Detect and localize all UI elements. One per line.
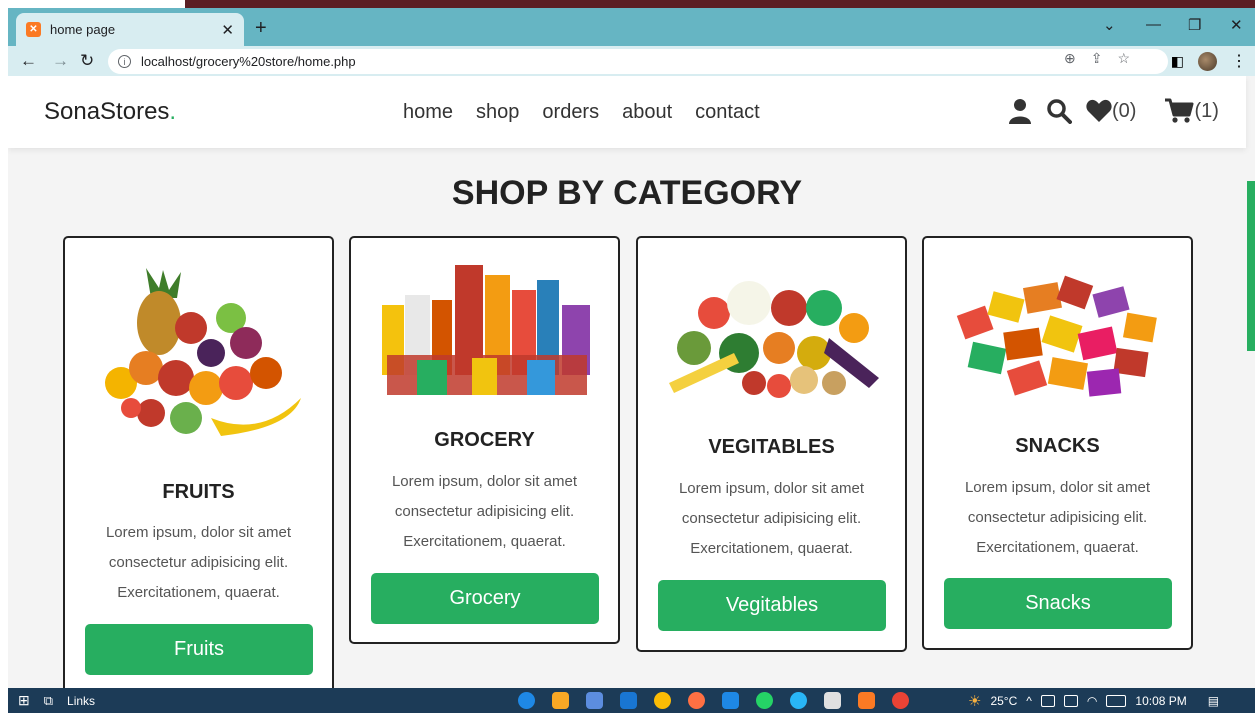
info-icon[interactable]: i bbox=[118, 55, 131, 68]
taskbar-apps bbox=[518, 692, 909, 709]
taskbar-left: ⊞ ⧉ Links bbox=[18, 692, 95, 709]
restore-icon[interactable]: ❐ bbox=[1188, 16, 1201, 34]
nav-orders[interactable]: orders bbox=[542, 101, 599, 124]
notification-icon[interactable]: ▤ bbox=[1208, 694, 1219, 708]
tab-close-icon[interactable]: ✕ bbox=[221, 21, 234, 39]
task-view-icon[interactable]: ⧉ bbox=[44, 693, 53, 709]
site-logo[interactable]: SonaStores. bbox=[44, 98, 176, 126]
heart-icon bbox=[1086, 99, 1112, 122]
category-card-grocery: GROCERY Lorem ipsum, dolor sit amet cons… bbox=[349, 236, 620, 644]
new-tab-button[interactable]: + bbox=[255, 17, 267, 40]
nav-about[interactable]: about bbox=[622, 101, 672, 124]
extension-icons: ◧ ⋮ bbox=[1171, 51, 1247, 71]
wishlist-button[interactable]: (0) bbox=[1086, 99, 1136, 123]
snacks-button[interactable]: Snacks bbox=[944, 578, 1172, 629]
wifi-icon[interactable]: ◠ bbox=[1087, 694, 1097, 708]
window-top-border bbox=[185, 0, 1255, 8]
card-description: Lorem ipsum, dolor sit amet consectetur … bbox=[678, 480, 865, 557]
omnibox[interactable]: i localhost/grocery%20store/home.php bbox=[108, 49, 1168, 74]
whatsapp-icon[interactable] bbox=[756, 692, 773, 709]
card-title: VEGITABLES bbox=[708, 436, 835, 458]
store-icon[interactable] bbox=[586, 692, 603, 709]
edge-icon[interactable] bbox=[518, 692, 535, 709]
system-tray: ☀ 25°C ^ ◠ 10:08 PM ▤ bbox=[968, 692, 1219, 710]
tab-title: home page bbox=[50, 22, 116, 37]
fruits-image bbox=[91, 268, 310, 448]
logo-dot: . bbox=[169, 98, 177, 125]
keyboard-icon[interactable] bbox=[1106, 695, 1127, 707]
menu-dots-icon[interactable]: ⋮ bbox=[1231, 51, 1247, 71]
nav-contact[interactable]: contact bbox=[695, 101, 759, 124]
grocery-button[interactable]: Grocery bbox=[371, 573, 599, 624]
section-heading: SHOP BY CATEGORY bbox=[451, 174, 803, 212]
chevron-up-icon[interactable]: ^ bbox=[1026, 694, 1032, 708]
side-panel-icon[interactable]: ◧ bbox=[1171, 53, 1184, 70]
zoom-icon[interactable]: ⊕ bbox=[1064, 50, 1076, 67]
profile-avatar[interactable] bbox=[1198, 51, 1217, 71]
nav-shop[interactable]: shop bbox=[476, 101, 519, 124]
close-icon[interactable]: ✕ bbox=[1230, 16, 1243, 34]
card-title: GROCERY bbox=[434, 429, 535, 451]
reload-icon[interactable]: ↻ bbox=[80, 51, 94, 71]
main-nav: home shop orders about contact bbox=[403, 101, 760, 124]
temperature[interactable]: 25°C bbox=[990, 694, 1017, 708]
cart-icon bbox=[1165, 98, 1194, 123]
user-icon[interactable] bbox=[1008, 98, 1032, 124]
back-arrow-icon[interactable]: ← bbox=[20, 51, 37, 71]
browser-tab-bar: ✕ home page ✕ + ⌄ — ❐ ✕ bbox=[8, 8, 1255, 46]
network-icon[interactable] bbox=[1040, 695, 1055, 707]
minimize-icon[interactable]: — bbox=[1146, 16, 1161, 33]
chevron-down-icon[interactable]: ⌄ bbox=[1103, 16, 1116, 34]
fruits-button[interactable]: Fruits bbox=[85, 624, 313, 675]
vegitables-image bbox=[664, 268, 883, 408]
vegitables-button[interactable]: Vegitables bbox=[658, 580, 886, 631]
notepad-icon[interactable] bbox=[824, 692, 841, 709]
page-scrollbar[interactable] bbox=[1247, 181, 1255, 351]
grocery-image bbox=[377, 260, 596, 400]
logo-text: SonaStores bbox=[44, 98, 170, 125]
links-toolbar[interactable]: Links bbox=[67, 694, 95, 708]
share-icon[interactable]: ⇪ bbox=[1091, 50, 1103, 67]
cart-button[interactable]: (1) bbox=[1164, 98, 1219, 124]
windows-start-icon[interactable]: ⊞ bbox=[18, 692, 30, 709]
card-description: Lorem ipsum, dolor sit amet consectetur … bbox=[964, 479, 1151, 556]
firefox-icon[interactable] bbox=[688, 692, 705, 709]
card-description: Lorem ipsum, dolor sit amet consectetur … bbox=[391, 473, 578, 550]
snacks-image bbox=[950, 260, 1169, 410]
wishlist-count: (0) bbox=[1112, 99, 1137, 122]
vscode-icon[interactable] bbox=[722, 692, 739, 709]
omnibox-actions: ⊕ ⇪ ☆ bbox=[1064, 50, 1130, 67]
card-title: SNACKS bbox=[1015, 435, 1100, 457]
category-card-vegitables: VEGITABLES Lorem ipsum, dolor sit amet c… bbox=[636, 236, 907, 652]
chrome-icon[interactable] bbox=[654, 692, 671, 709]
windows-taskbar: ⊞ ⧉ Links ☀ 25°C ^ ◠ 10:08 PM ▤ bbox=[8, 688, 1255, 713]
star-icon[interactable]: ☆ bbox=[1117, 50, 1130, 67]
card-description: Lorem ipsum, dolor sit amet consectetur … bbox=[105, 524, 292, 601]
header-icons: (0) (1) bbox=[1008, 98, 1219, 124]
cart-count: (1) bbox=[1194, 99, 1219, 122]
site-header: SonaStores. home shop orders about conta… bbox=[8, 76, 1246, 148]
forward-arrow-icon[interactable]: → bbox=[52, 51, 69, 71]
url-text[interactable]: localhost/grocery%20store/home.php bbox=[141, 54, 356, 69]
battery-icon[interactable] bbox=[1063, 695, 1078, 707]
address-toolbar: ← → ↻ i localhost/grocery%20store/home.p… bbox=[8, 46, 1255, 76]
file-explorer-icon[interactable] bbox=[552, 692, 569, 709]
category-card-fruits: FRUITS Lorem ipsum, dolor sit amet conse… bbox=[63, 236, 334, 688]
xampp-favicon-icon: ✕ bbox=[26, 22, 41, 37]
page-viewport: SonaStores. home shop orders about conta… bbox=[8, 76, 1255, 688]
category-card-snacks: SNACKS Lorem ipsum, dolor sit amet conse… bbox=[922, 236, 1193, 650]
chrome-active-icon[interactable] bbox=[892, 692, 909, 709]
browser-tab[interactable]: ✕ home page ✕ bbox=[16, 13, 244, 46]
nav-home[interactable]: home bbox=[403, 101, 453, 124]
search-icon[interactable] bbox=[1046, 98, 1072, 124]
xampp-icon[interactable] bbox=[858, 692, 875, 709]
telegram-icon[interactable] bbox=[790, 692, 807, 709]
clock[interactable]: 10:08 PM bbox=[1135, 694, 1186, 708]
weather-icon[interactable]: ☀ bbox=[968, 692, 981, 710]
card-title: FRUITS bbox=[162, 481, 235, 503]
mail-icon[interactable] bbox=[620, 692, 637, 709]
